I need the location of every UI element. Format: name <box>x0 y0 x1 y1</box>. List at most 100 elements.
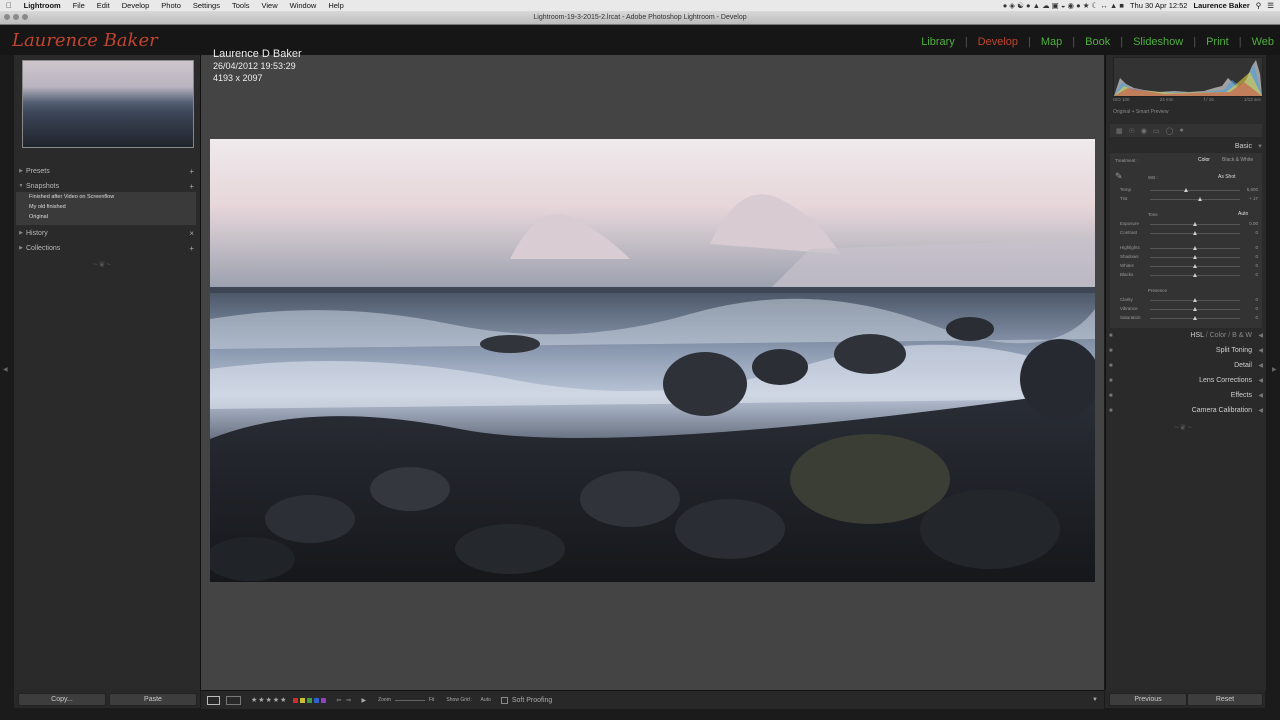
module-print[interactable]: Print <box>1206 36 1229 48</box>
main-photo[interactable] <box>210 139 1095 582</box>
navigator-preview[interactable] <box>22 60 194 148</box>
slider-knob[interactable] <box>1184 188 1188 192</box>
previous-button[interactable]: Previous <box>1109 693 1187 706</box>
slider-value[interactable]: 5,600 <box>1247 187 1258 192</box>
detail-header[interactable]: ■ Detail ◀ <box>1106 360 1266 372</box>
slider-value[interactable]: 0 <box>1255 306 1258 311</box>
module-library[interactable]: Library <box>921 36 955 48</box>
clear-history-icon[interactable]: × <box>189 229 194 238</box>
slider-whites[interactable]: Whites 0 <box>1114 262 1260 271</box>
module-book[interactable]: Book <box>1085 36 1110 48</box>
panel-switch-icon[interactable]: ■ <box>1109 345 1113 357</box>
slider-contrast[interactable]: Contrast 0 <box>1114 229 1260 238</box>
play-slideshow-icon[interactable]: ▶ <box>361 697 366 704</box>
menu-clock[interactable]: Thu 30 Apr 12:52 <box>1130 0 1188 11</box>
panel-switch-icon[interactable]: ■ <box>1109 405 1113 417</box>
slider-value[interactable]: 0 <box>1255 263 1258 268</box>
color-label-yellow[interactable] <box>300 697 306 703</box>
slider-value[interactable]: + 17 <box>1249 196 1258 201</box>
panel-switch-icon[interactable]: ■ <box>1109 360 1113 372</box>
rating-stars[interactable]: ★★★★★ <box>251 696 287 704</box>
notification-icon[interactable]: ☰ <box>1267 0 1274 11</box>
menu-window[interactable]: Window <box>284 0 323 11</box>
smart-preview-status[interactable]: Original + Smart Preview <box>1113 109 1168 115</box>
grid-auto-label[interactable]: Auto <box>481 697 491 703</box>
slider-value[interactable]: 0 <box>1255 230 1258 235</box>
menu-app[interactable]: Lightroom <box>18 0 67 11</box>
graduated-filter-icon[interactable]: ▭ <box>1153 127 1160 135</box>
color-label-blue[interactable] <box>314 697 320 703</box>
status-icons[interactable]: ● ◈ ☯ ● ▲ ☁ ▣ ◒ ◉ ● ★ ☾ ↔ ▲ ■ <box>1003 0 1124 11</box>
hsl-panel-header[interactable]: ■ HSL / Color / B & W ◀ <box>1106 330 1266 342</box>
presets-header[interactable]: ▶ Presets + <box>16 165 198 177</box>
slider-value[interactable]: 0 <box>1255 297 1258 302</box>
menu-develop[interactable]: Develop <box>116 0 156 11</box>
zoom-slider[interactable] <box>394 699 425 701</box>
snapshots-header[interactable]: ▼ Snapshots + <box>16 180 198 192</box>
slider-blacks[interactable]: Blacks 0 <box>1114 271 1260 280</box>
module-web[interactable]: Web <box>1252 36 1274 48</box>
menu-settings[interactable]: Settings <box>187 0 226 11</box>
add-preset-icon[interactable]: + <box>189 167 194 176</box>
loupe-view-icon[interactable] <box>207 695 220 705</box>
tone-auto-button[interactable]: Auto <box>1238 211 1248 217</box>
close-window-button[interactable] <box>4 14 10 20</box>
right-panel-toggle-icon[interactable]: ▶ <box>1272 366 1277 373</box>
slider-value[interactable]: 0.00 <box>1249 221 1258 226</box>
paste-button[interactable]: Paste <box>109 693 197 706</box>
color-label-green[interactable] <box>307 697 313 703</box>
fit-label[interactable]: Fit <box>429 697 435 703</box>
split-toning-header[interactable]: ■ Split Toning ◀ <box>1106 345 1266 357</box>
slider-vibrance[interactable]: Vibrance 0 <box>1114 305 1260 314</box>
menu-tools[interactable]: Tools <box>226 0 256 11</box>
histogram[interactable] <box>1113 57 1263 97</box>
slider-knob[interactable] <box>1193 307 1197 311</box>
next-photo-icon[interactable]: ⇨ <box>346 697 351 704</box>
add-snapshot-icon[interactable]: + <box>189 182 194 191</box>
treatment-bw[interactable]: Black & White <box>1222 157 1253 163</box>
slider-knob[interactable] <box>1198 197 1202 201</box>
module-slideshow[interactable]: Slideshow <box>1133 36 1183 48</box>
slider-knob[interactable] <box>1193 246 1197 250</box>
color-labels[interactable] <box>293 697 327 703</box>
history-header[interactable]: ▶ History × <box>16 227 198 239</box>
slider-saturation[interactable]: Saturation 0 <box>1114 314 1260 323</box>
slider-knob[interactable] <box>1193 298 1197 302</box>
slider-temp[interactable]: Temp 5,600 <box>1114 186 1260 195</box>
snapshot-item[interactable]: Original <box>16 212 196 222</box>
slider-highlights[interactable]: Highlights 0 <box>1114 244 1260 253</box>
red-eye-icon[interactable]: ◉ <box>1141 127 1147 135</box>
toolbar-menu-icon[interactable]: ▼ <box>1092 697 1098 703</box>
slider-exposure[interactable]: Exposure 0.00 <box>1114 220 1260 229</box>
slider-tint[interactable]: Tint + 17 <box>1114 195 1260 204</box>
panel-switch-icon[interactable]: ■ <box>1109 330 1113 342</box>
slider-value[interactable]: 0 <box>1255 272 1258 277</box>
menu-view[interactable]: View <box>256 0 284 11</box>
slider-knob[interactable] <box>1193 231 1197 235</box>
minimize-window-button[interactable] <box>13 14 19 20</box>
slider-knob[interactable] <box>1193 273 1197 277</box>
slider-value[interactable]: 0 <box>1255 254 1258 259</box>
slider-knob[interactable] <box>1193 264 1197 268</box>
copy-button[interactable]: Copy... <box>18 693 106 706</box>
zoom-window-button[interactable] <box>22 14 28 20</box>
slider-track[interactable] <box>1150 190 1240 191</box>
reset-button[interactable]: Reset <box>1187 693 1263 706</box>
panel-switch-icon[interactable]: ■ <box>1109 375 1113 387</box>
hsl-tab[interactable]: HSL <box>1190 332 1203 339</box>
slider-value[interactable]: 0 <box>1255 315 1258 320</box>
add-collection-icon[interactable]: + <box>189 244 194 253</box>
slider-knob[interactable] <box>1193 255 1197 259</box>
menu-help[interactable]: Help <box>322 0 349 11</box>
menu-photo[interactable]: Photo <box>155 0 187 11</box>
treatment-color[interactable]: Color <box>1198 157 1210 163</box>
before-after-icon[interactable] <box>226 695 241 705</box>
collections-header[interactable]: ▶ Collections + <box>16 242 198 254</box>
lens-corrections-header[interactable]: ■ Lens Corrections ◀ <box>1106 375 1266 387</box>
crop-tool-icon[interactable]: ▦ <box>1116 127 1123 135</box>
menu-edit[interactable]: Edit <box>91 0 116 11</box>
basic-panel-header[interactable]: Basic ▼ <box>1106 141 1266 153</box>
white-balance-picker-icon[interactable]: ✎ <box>1115 171 1123 182</box>
apple-icon[interactable]:  <box>0 0 18 11</box>
color-label-purple[interactable] <box>321 697 327 703</box>
